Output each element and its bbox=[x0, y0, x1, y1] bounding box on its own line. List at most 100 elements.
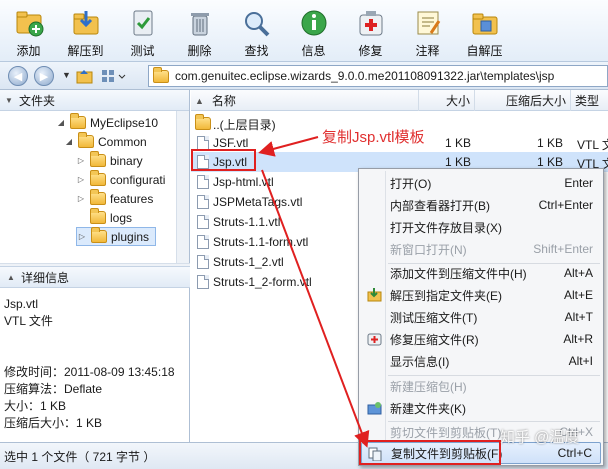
extract-to-label: 解压到 bbox=[67, 44, 104, 58]
find-button[interactable]: 查找 bbox=[228, 0, 285, 62]
menu-item-shortcut: Ctrl+Enter bbox=[538, 198, 593, 212]
test-icon bbox=[126, 6, 160, 40]
tree-scrollbar[interactable] bbox=[176, 111, 189, 263]
folder-icon bbox=[70, 113, 86, 129]
tree-item-plugins[interactable]: ▷ plugins bbox=[76, 227, 157, 246]
forward-arrow-icon: ▶ bbox=[39, 70, 49, 83]
menu-item-label: 修复压缩文件(R) bbox=[390, 332, 479, 347]
comment-button[interactable]: 注释 bbox=[399, 0, 456, 62]
context-menu: 打开(O) Enter 内部查看器打开(B) Ctrl+Enter 打开文件存放… bbox=[358, 168, 604, 466]
menu-item-test[interactable]: 测试压缩文件(T) Alt+T bbox=[361, 306, 601, 328]
folder-panel-title: 文件夹 bbox=[19, 93, 56, 108]
collapse-icon[interactable]: ◢ bbox=[56, 118, 66, 127]
file-icon bbox=[197, 255, 209, 269]
menu-item-label: 添加文件到压缩文件中(H) bbox=[390, 266, 527, 281]
detail-modified: 修改时间：2011-08-09 13:45:18 bbox=[4, 365, 175, 379]
file-icon bbox=[197, 175, 209, 189]
annotation-text: 复制Jsp.vtl模板 bbox=[322, 129, 425, 146]
comment-label: 注释 bbox=[415, 44, 440, 58]
tree-item-features[interactable]: ▷ features bbox=[76, 189, 153, 208]
info-icon bbox=[297, 6, 331, 40]
folder-icon bbox=[90, 208, 106, 224]
tree-item-myeclipse10[interactable]: ◢ MyEclipse10 bbox=[56, 113, 158, 132]
file-icon bbox=[197, 215, 209, 229]
info-button[interactable]: 信息 bbox=[285, 0, 342, 62]
details-title: 详细信息 bbox=[21, 270, 70, 285]
menu-item-extract-to[interactable]: 解压到指定文件夹(E) Alt+E bbox=[361, 284, 601, 306]
column-type[interactable]: 类型 bbox=[571, 90, 608, 111]
menu-item-shortcut: Ctrl+C bbox=[557, 446, 592, 460]
tree-item-configuration[interactable]: ▷ configurati bbox=[76, 170, 165, 189]
repair-icon bbox=[367, 333, 382, 346]
view-mode-icon[interactable] bbox=[100, 67, 130, 85]
expand-icon[interactable]: ▷ bbox=[76, 175, 86, 184]
menu-item-add-to-archive[interactable]: 添加文件到压缩文件中(H) Alt+A bbox=[361, 262, 601, 284]
add-icon bbox=[12, 6, 46, 40]
details-header[interactable]: ▲ 详细信息 bbox=[0, 266, 190, 288]
find-icon bbox=[240, 6, 274, 40]
test-button[interactable]: 测试 bbox=[114, 0, 171, 62]
highlight-box-copy bbox=[359, 440, 501, 465]
file-name: Jsp-html.vtl bbox=[213, 175, 274, 189]
tree-item-label: logs bbox=[110, 210, 133, 225]
delete-button[interactable]: 删除 bbox=[171, 0, 228, 62]
file-name: JSPMetaTags.vtl bbox=[213, 195, 303, 209]
sfx-button[interactable]: 自解压 bbox=[456, 0, 513, 62]
repair-button[interactable]: 修复 bbox=[342, 0, 399, 62]
menu-item-new-archive[interactable]: 新建压缩包(H) bbox=[361, 375, 601, 397]
folder-icon bbox=[91, 227, 107, 243]
file-name: Struts-1_2.vtl bbox=[213, 255, 284, 269]
menu-item-shortcut: Alt+E bbox=[563, 288, 593, 302]
history-dropdown-icon[interactable]: ▼ bbox=[62, 70, 71, 80]
collapse-icon[interactable]: ▲ bbox=[6, 273, 16, 282]
menu-item-shortcut: Alt+R bbox=[563, 332, 593, 346]
menu-item-repair[interactable]: 修复压缩文件(R) Alt+R bbox=[361, 328, 601, 350]
file-size: 1 KB bbox=[445, 155, 472, 169]
tree-item-logs[interactable]: logs bbox=[76, 208, 132, 227]
tree-item-common[interactable]: ◢ Common bbox=[64, 132, 147, 151]
expand-icon[interactable]: ▷ bbox=[76, 156, 86, 165]
comment-icon bbox=[411, 6, 445, 40]
file-icon bbox=[197, 235, 209, 249]
expand-icon[interactable]: ▷ bbox=[76, 194, 86, 203]
tree-item-label: binary bbox=[110, 153, 143, 168]
expand-icon[interactable]: ▷ bbox=[77, 232, 87, 241]
menu-item-open-location[interactable]: 打开文件存放目录(X) bbox=[361, 216, 601, 238]
detail-filename: Jsp.vtl bbox=[4, 297, 39, 311]
folder-icon bbox=[90, 151, 106, 167]
collapse-icon[interactable]: ◢ bbox=[64, 137, 74, 146]
file-name: ..(上层目录) bbox=[213, 118, 276, 132]
column-header: ▲ 名称 大小 压缩后大小 类型 bbox=[191, 90, 608, 111]
menu-item-info[interactable]: 显示信息(I) Alt+I bbox=[361, 350, 601, 372]
menu-item-label: 内部查看器打开(B) bbox=[390, 198, 490, 213]
menu-item-label: 测试压缩文件(T) bbox=[390, 310, 478, 325]
file-size: 1 KB bbox=[445, 136, 472, 150]
column-name[interactable]: ▲ 名称 bbox=[191, 90, 419, 111]
back-button[interactable]: ◀ bbox=[8, 66, 28, 86]
column-packed[interactable]: 压缩后大小 bbox=[475, 90, 571, 111]
file-icon bbox=[197, 275, 209, 289]
menu-item-label: 新建文件夹(K) bbox=[390, 401, 466, 416]
delete-icon bbox=[183, 6, 217, 40]
collapse-icon[interactable]: ▼ bbox=[4, 96, 14, 105]
menu-item-label: 打开文件存放目录(X) bbox=[390, 220, 502, 235]
detail-packed-size: 压缩后大小：1 KB bbox=[4, 416, 103, 430]
menu-item-label: 显示信息(I) bbox=[390, 354, 450, 369]
forward-button[interactable]: ▶ bbox=[34, 66, 54, 86]
menu-item-new-window[interactable]: 新窗口打开(N) Shift+Enter bbox=[361, 238, 601, 260]
add-button[interactable]: 添加 bbox=[0, 0, 57, 62]
column-packed-label: 压缩后大小 bbox=[505, 94, 566, 108]
info-label: 信息 bbox=[301, 44, 326, 58]
column-type-label: 类型 bbox=[575, 94, 600, 108]
address-field[interactable]: com.genuitec.eclipse.wizards_9.0.0.me201… bbox=[148, 65, 608, 87]
menu-item-open-internal[interactable]: 内部查看器打开(B) Ctrl+Enter bbox=[361, 194, 601, 216]
column-size[interactable]: 大小 bbox=[419, 90, 475, 111]
menu-item-shortcut: Alt+A bbox=[563, 266, 593, 280]
tree-item-binary[interactable]: ▷ binary bbox=[76, 151, 143, 170]
menu-item-shortcut: Enter bbox=[564, 176, 593, 190]
menu-item-new-folder[interactable]: 新建文件夹(K) bbox=[361, 397, 601, 419]
add-label: 添加 bbox=[16, 44, 41, 58]
up-folder-icon[interactable] bbox=[76, 67, 94, 85]
extract-to-button[interactable]: 解压到 bbox=[57, 0, 114, 62]
menu-item-open[interactable]: 打开(O) Enter bbox=[361, 172, 601, 194]
